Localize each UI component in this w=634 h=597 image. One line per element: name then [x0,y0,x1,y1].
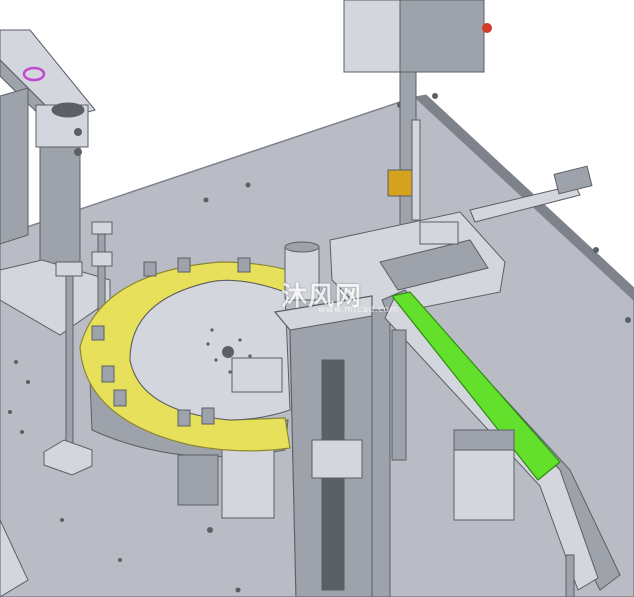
column-sensor [311,439,363,479]
left-back-panel [0,87,29,245]
stop-button [482,23,492,33]
column-top-bore [51,102,85,118]
gripper-unit [231,357,283,393]
top-housing-face [399,0,485,73]
post-clamp-top [55,261,83,277]
column-side [371,309,391,597]
conveyor-leg [565,554,575,597]
rotary-base-block [221,439,275,519]
sensor-rod [411,119,421,221]
conveyor-support [391,329,407,461]
watermark-url: www.mfcad.com [318,305,399,315]
support-post-left [65,269,74,451]
